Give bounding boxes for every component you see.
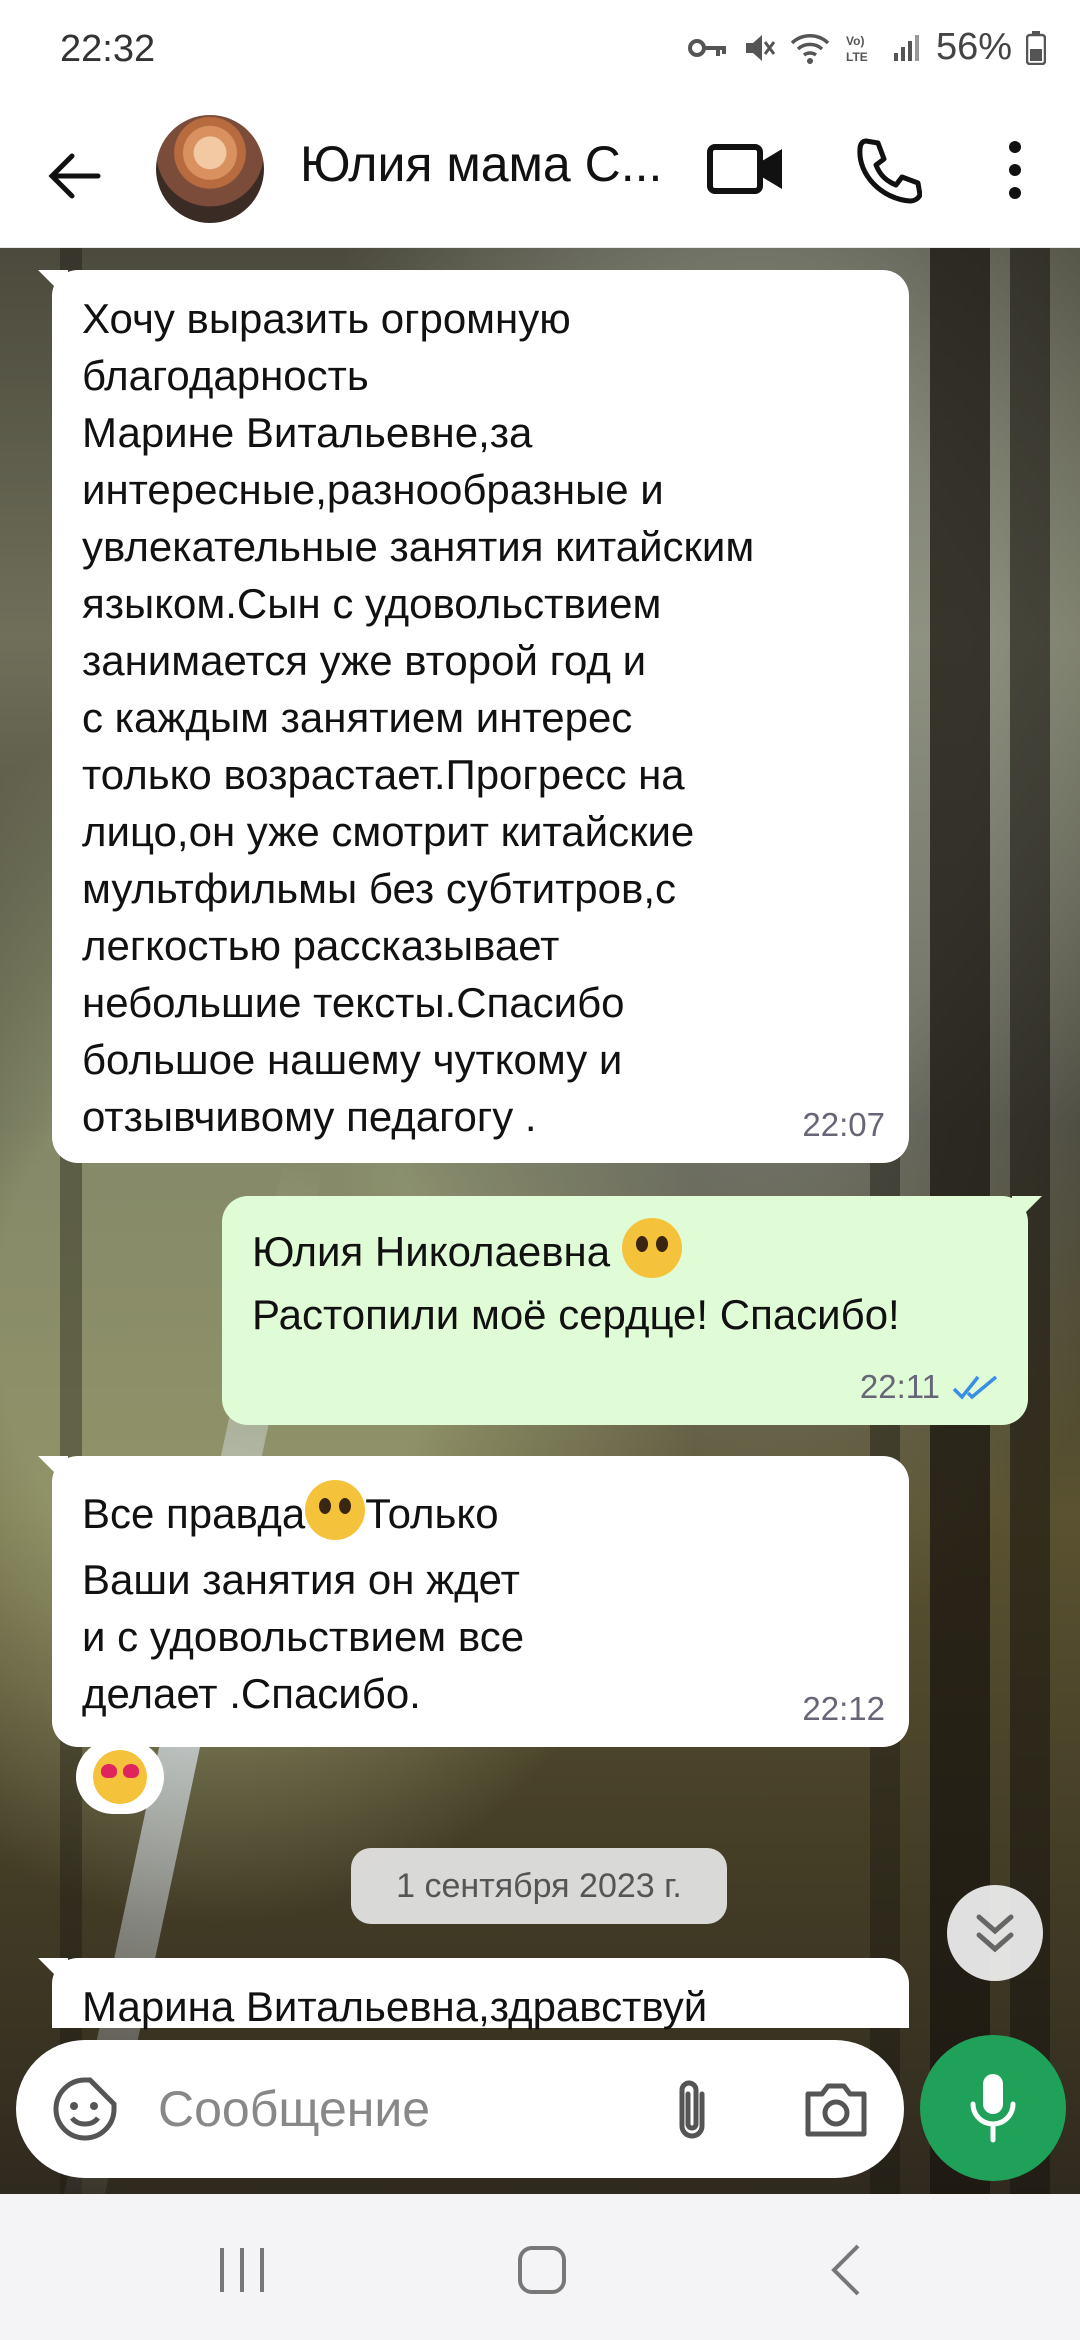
volte-icon: Vo) LTE bbox=[846, 34, 868, 64]
kissing-face-emoji-icon bbox=[305, 1480, 366, 1540]
double-chevron-down-icon bbox=[976, 1914, 1014, 1953]
back-arrow-icon[interactable] bbox=[40, 141, 110, 211]
status-icons: Vo) LTE 56% bbox=[687, 26, 1046, 69]
battery-icon bbox=[1026, 30, 1046, 65]
message-outgoing[interactable]: Юлия Николаевна Растопили моё сердце! Сп… bbox=[222, 1196, 1042, 1425]
message-incoming[interactable]: Хочу выразить огромную благодарность Мар… bbox=[38, 270, 909, 1163]
battery-percent: 56% bbox=[935, 26, 1012, 68]
phone-icon[interactable] bbox=[852, 135, 922, 205]
message-time: 22:11 bbox=[860, 1358, 1000, 1415]
home-icon[interactable] bbox=[512, 2240, 572, 2300]
recent-apps-icon[interactable] bbox=[212, 2240, 272, 2300]
message-line: Юлия Николаевна bbox=[252, 1218, 682, 1280]
message-reaction[interactable] bbox=[76, 1740, 164, 1814]
message-text: Растопили моё сердце! Спасибо! bbox=[252, 1291, 900, 1338]
sticker-icon[interactable] bbox=[50, 2074, 120, 2144]
message-text: Хочу выразить огромную благодарность Мар… bbox=[82, 295, 755, 1140]
more-options-icon[interactable] bbox=[995, 135, 1035, 205]
pleading-face-emoji-icon bbox=[621, 1218, 682, 1278]
wifi-icon bbox=[790, 33, 830, 64]
vpn-key-icon bbox=[687, 38, 726, 57]
camera-icon[interactable] bbox=[802, 2078, 870, 2140]
signal-icon bbox=[893, 34, 919, 61]
back-nav-icon[interactable] bbox=[820, 2240, 880, 2300]
svg-text:Vo): Vo) bbox=[846, 34, 864, 48]
microphone-icon bbox=[970, 2074, 1016, 2143]
message-incoming[interactable]: Марина Витальевна,здравствуй bbox=[38, 1958, 909, 2030]
system-nav-bar bbox=[0, 2194, 1080, 2340]
message-composer bbox=[16, 2040, 904, 2178]
message-time-text: 22:11 bbox=[859, 1368, 940, 1405]
contact-name[interactable]: Юлия мама С... bbox=[300, 135, 660, 193]
read-receipt-icon bbox=[952, 1375, 998, 1400]
message-text: Ваши занятия он ждет и с удовольствием в… bbox=[82, 1556, 525, 1717]
message-line: Все правда Только bbox=[82, 1480, 499, 1542]
attach-icon[interactable] bbox=[668, 2076, 718, 2146]
svg-text:LTE: LTE bbox=[846, 50, 868, 64]
message-text: Юлия Николаевна bbox=[252, 1228, 611, 1275]
message-text: Только bbox=[365, 1490, 499, 1537]
avatar[interactable] bbox=[156, 115, 264, 223]
message-time: 22:07 bbox=[802, 1106, 885, 1143]
status-time: 22:32 bbox=[60, 28, 156, 70]
chat-header: Юлия мама С... bbox=[0, 105, 1080, 248]
heart-eyes-emoji-icon bbox=[93, 1750, 147, 1804]
message-text: Все правда bbox=[82, 1490, 306, 1537]
scroll-to-bottom-button[interactable] bbox=[947, 1885, 1043, 1981]
status-bar: 22:32 Vo) LTE 56% bbox=[0, 0, 1080, 105]
voice-message-button[interactable] bbox=[920, 2035, 1066, 2181]
message-text: Марина Витальевна,здравствуй bbox=[82, 1983, 708, 2030]
message-input[interactable] bbox=[156, 2078, 580, 2140]
message-time: 22:12 bbox=[802, 1690, 885, 1727]
mute-icon bbox=[745, 34, 776, 61]
message-incoming[interactable]: Все правда Только Ваши занятия он ждет и … bbox=[38, 1456, 909, 1747]
video-call-icon[interactable] bbox=[706, 139, 786, 199]
date-separator: 1 сентября 2023 г. bbox=[351, 1848, 727, 1924]
